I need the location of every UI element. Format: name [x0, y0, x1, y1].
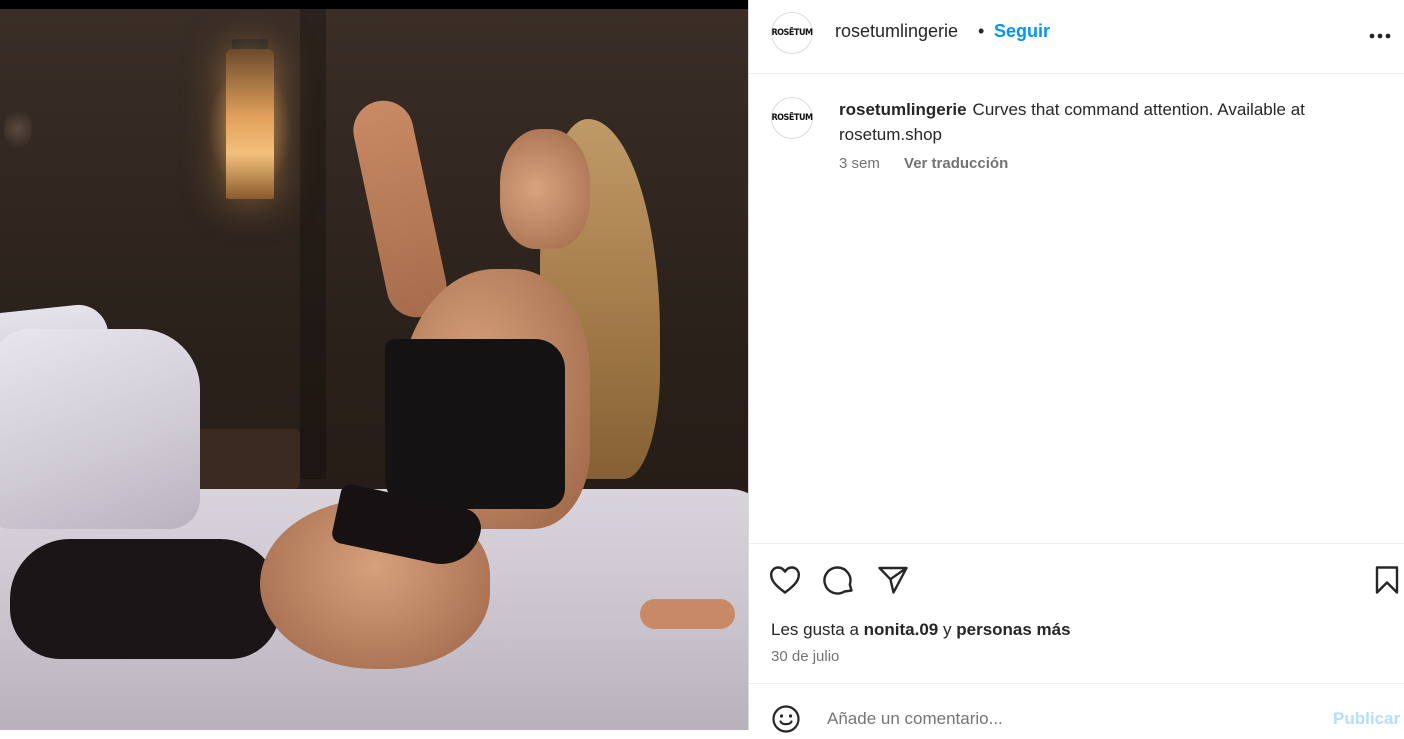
photo-pillow-front	[0, 329, 200, 529]
photo-wall-sconce	[4, 109, 32, 149]
post-media[interactable]	[0, 0, 748, 730]
see-translation-link[interactable]: Ver traducción	[904, 155, 1008, 172]
post-header: ROSĒTUM rosetumlingerie • Seguir	[749, 0, 1404, 74]
caption-time[interactable]: 3 sem	[839, 155, 880, 172]
author-avatar[interactable]: ROSĒTUM	[771, 12, 813, 54]
caption-text-block: rosetumlingerie Curves that command atten…	[839, 97, 1379, 147]
publish-button[interactable]: Publicar	[1333, 709, 1400, 729]
follow-button[interactable]: Seguir	[994, 21, 1050, 42]
photo-figure-hand	[640, 599, 735, 629]
photo-garment-top	[385, 339, 565, 509]
likes-prefix: Les gusta a	[771, 620, 859, 639]
more-options-icon[interactable]	[1369, 22, 1391, 42]
heart-icon[interactable]	[767, 562, 803, 598]
post-date[interactable]: 30 de julio	[771, 648, 839, 665]
add-comment-bar: Publicar	[749, 683, 1404, 733]
avatar-logo-text: ROSĒTUM	[771, 28, 813, 38]
caption-meta: 3 sem Ver traducción	[839, 155, 1008, 172]
caption-avatar[interactable]: ROSĒTUM	[771, 97, 813, 139]
photo-figure-legs	[10, 539, 280, 659]
caption-avatar-logo-text: ROSĒTUM	[771, 113, 813, 123]
send-icon[interactable]	[875, 562, 911, 598]
post-actions: Les gusta a nonita.09 y personas más 30 …	[749, 543, 1404, 683]
photo-lamp	[226, 49, 274, 199]
header-separator: •	[978, 21, 985, 41]
comment-input[interactable]	[825, 708, 1299, 730]
post-photo[interactable]	[0, 9, 748, 730]
caption-username[interactable]: rosetumlingerie	[839, 100, 967, 119]
likes-user-link[interactable]: nonita.09	[864, 620, 939, 639]
photo-wall-panel	[300, 9, 326, 479]
bookmark-icon[interactable]	[1369, 562, 1404, 598]
photo-figure-arm	[347, 95, 453, 323]
post-side-panel: ROSĒTUM rosetumlingerie • Seguir ROSĒTUM…	[748, 0, 1404, 733]
author-username[interactable]: rosetumlingerie	[835, 21, 958, 42]
likes-connector: y	[943, 620, 952, 639]
photo-figure-head	[500, 129, 590, 249]
post-caption: ROSĒTUM rosetumlingerie Curves that comma…	[749, 75, 1404, 543]
media-top-edge	[0, 0, 748, 9]
likes-summary: Les gusta a nonita.09 y personas más	[771, 620, 1071, 640]
photo-lamp-cap	[232, 39, 268, 49]
likes-others-link[interactable]: personas más	[956, 620, 1070, 639]
comment-icon[interactable]	[821, 562, 857, 598]
